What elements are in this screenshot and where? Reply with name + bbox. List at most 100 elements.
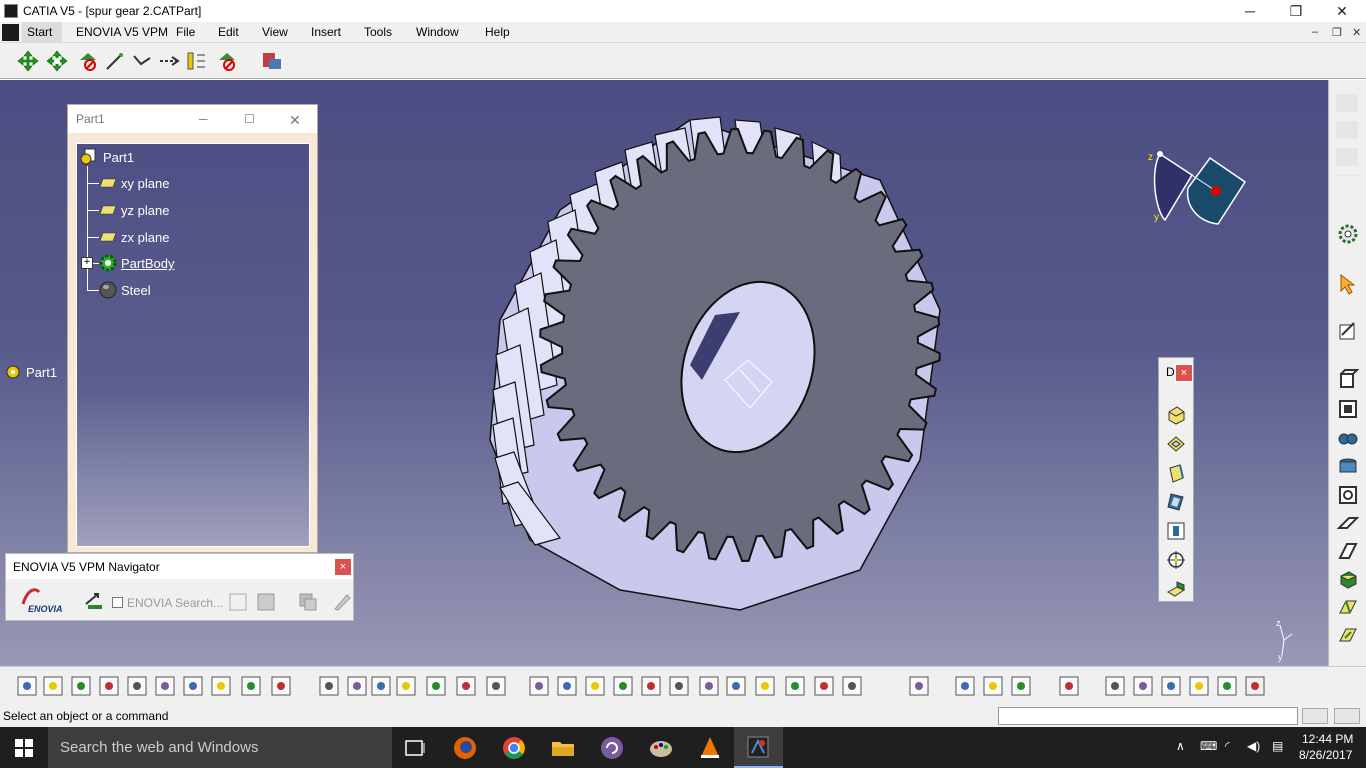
menu-insert[interactable]: Insert [311, 25, 341, 39]
pan-icon[interactable] [17, 50, 39, 72]
tree-node-yz-plane[interactable]: yz plane [121, 203, 169, 218]
normal-view-icon[interactable] [699, 676, 719, 696]
pad-icon[interactable] [1165, 404, 1187, 426]
solid-combine-icon[interactable] [1337, 568, 1359, 590]
menu-edit[interactable]: Edit [218, 25, 239, 39]
multi-view-icon[interactable] [726, 676, 746, 696]
catia-menu-icon[interactable] [2, 24, 19, 41]
expand-partbody-button[interactable]: + [81, 257, 93, 269]
hole-feature-icon[interactable] [1337, 484, 1359, 506]
tree-node-part1[interactable]: Part1 [103, 150, 134, 165]
menu-file[interactable]: File [176, 25, 195, 39]
pan-icon[interactable] [585, 676, 605, 696]
redo-icon[interactable] [241, 676, 261, 696]
windows-start-icon[interactable] [14, 738, 34, 758]
update-icon[interactable] [1059, 676, 1079, 696]
lock-icon[interactable] [456, 676, 476, 696]
command-input[interactable] [998, 707, 1298, 725]
shading-icon[interactable] [785, 676, 805, 696]
target-icon[interactable] [1165, 549, 1187, 571]
knowledge-icon[interactable] [371, 676, 391, 696]
menu-tools[interactable]: Tools [364, 25, 392, 39]
clock-date[interactable]: 8/26/2017 [1299, 748, 1352, 762]
doc-close-button[interactable]: ✕ [1352, 26, 1361, 39]
hide-show-icon[interactable] [814, 676, 834, 696]
tree-icon[interactable] [426, 676, 446, 696]
rotate-icon[interactable] [46, 50, 68, 72]
enovia-connect-icon[interactable] [84, 590, 106, 612]
doc-minimize-button[interactable]: – [1312, 26, 1318, 38]
close-button[interactable]: ✕ [1319, 0, 1365, 22]
new-icon[interactable] [17, 676, 37, 696]
sketch-icon[interactable] [1337, 320, 1359, 342]
hole-icon[interactable] [1165, 520, 1187, 542]
comment-icon[interactable] [347, 676, 367, 696]
tree-node-partbody[interactable]: PartBody [121, 256, 174, 271]
minimize-button[interactable]: ─ [1227, 0, 1273, 22]
chrome-icon[interactable] [501, 735, 527, 761]
menu-help[interactable]: Help [485, 25, 510, 39]
command-expand-button[interactable] [1334, 708, 1360, 724]
firefox-icon[interactable] [452, 735, 478, 761]
rotate-icon[interactable] [613, 676, 633, 696]
tree-close-button[interactable]: ✕ [289, 112, 301, 129]
capture-icon[interactable] [1011, 676, 1031, 696]
shaft-feature-icon[interactable] [1337, 428, 1359, 450]
stiffener-icon[interactable] [1165, 578, 1187, 600]
media-app-icon[interactable] [599, 735, 625, 761]
params-icon[interactable] [486, 676, 506, 696]
measure-icon[interactable] [909, 676, 929, 696]
swap-icon[interactable] [842, 676, 862, 696]
sketcher-group[interactable] [1336, 94, 1358, 176]
inertia-icon[interactable] [955, 676, 975, 696]
wifi-icon[interactable]: ◜ [1225, 739, 1230, 753]
keyboard-icon[interactable]: ⌨ [1200, 739, 1217, 753]
select-arrow-icon[interactable] [1337, 273, 1359, 295]
fly-icon[interactable] [529, 676, 549, 696]
geometry-icon[interactable] [1217, 676, 1237, 696]
doc-restore-button[interactable]: ❐ [1332, 26, 1342, 39]
decimal-icon[interactable] [1161, 676, 1181, 696]
measure-icon[interactable] [216, 50, 238, 72]
menu-enovia[interactable]: ENOVIA V5 VPM [76, 25, 168, 39]
distance-icon[interactable] [158, 50, 180, 72]
undo-icon[interactable] [211, 676, 231, 696]
catia-logo-icon[interactable] [1245, 676, 1265, 696]
paste-icon[interactable] [183, 676, 203, 696]
volume-icon[interactable]: ◀) [1247, 739, 1260, 753]
zoom-in-icon[interactable] [641, 676, 661, 696]
snap-icon[interactable] [77, 50, 99, 72]
line-icon[interactable] [104, 50, 126, 72]
tree-node-zx-plane[interactable]: zx plane [121, 230, 169, 245]
copy-icon[interactable] [155, 676, 175, 696]
tree-node-xy-plane[interactable]: xy plane [121, 176, 169, 191]
save-to-enovia-icon[interactable] [256, 592, 276, 612]
taskbar-search-box[interactable]: Search the web and Windows [48, 727, 392, 768]
menu-window[interactable]: Window [416, 25, 459, 39]
fit-all-icon[interactable] [557, 676, 577, 696]
rib-icon[interactable] [1337, 512, 1359, 534]
menu-start[interactable]: Start [22, 22, 62, 43]
vertical-icon[interactable] [185, 50, 207, 72]
menu-view[interactable]: View [262, 25, 288, 39]
iso-view-icon[interactable] [755, 676, 775, 696]
floating-toolbar-close-button[interactable]: × [1175, 364, 1193, 382]
cut-icon[interactable] [127, 676, 147, 696]
hand-icon[interactable] [1105, 676, 1125, 696]
pocket-icon[interactable] [1165, 433, 1187, 455]
axis-icon[interactable] [1133, 676, 1153, 696]
connect-icon[interactable] [131, 50, 153, 72]
maximize-button[interactable]: ❐ [1273, 0, 1319, 22]
print-icon[interactable] [99, 676, 119, 696]
catalog-icon[interactable] [261, 50, 283, 72]
slot-icon[interactable] [1337, 540, 1359, 562]
show-hidden-icons[interactable]: ∧ [1176, 739, 1185, 753]
loft-icon[interactable] [1337, 596, 1359, 618]
replace-icon[interactable] [298, 592, 318, 612]
remove-loft-icon[interactable] [1337, 624, 1359, 646]
formula-icon[interactable] [319, 676, 339, 696]
zoom-out-icon[interactable] [669, 676, 689, 696]
compass-widget[interactable]: z y [1148, 151, 1247, 225]
navigator-close-button[interactable]: × [334, 558, 352, 576]
task-view-icon[interactable] [403, 736, 427, 760]
